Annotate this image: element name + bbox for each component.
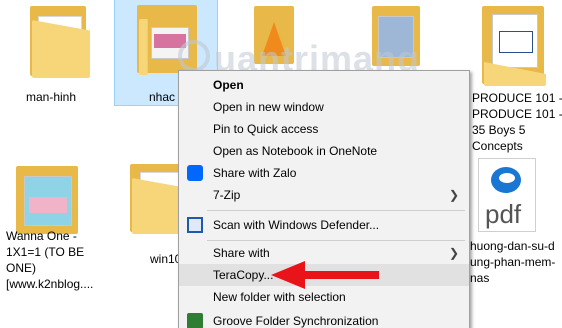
file-label: nhac [149,90,176,104]
menu-item-open-onenote[interactable]: Open as Notebook in OneNote [179,140,469,162]
groove-icon [187,313,203,328]
folder-icon [16,166,80,236]
menu-item-7zip[interactable]: 7-Zip ❯ [179,184,469,206]
menu-separator [207,240,465,241]
file-label: huong-dan-su-d ung-phan-mem- nas [470,239,556,285]
folder-icon [482,6,546,86]
pdf-file-icon: pdf [478,158,536,232]
zalo-icon [187,165,203,181]
windows-defender-icon [187,217,203,233]
menu-item-share-zalo[interactable]: Share with Zalo [179,162,469,184]
chevron-right-icon: ❯ [448,188,459,202]
file-explorer-view: man-hinh nhac PRODUCE 101 PRODUCE 101 35… [0,0,562,328]
file-label: win10 [150,252,182,266]
menu-item-open-new-window[interactable]: Open in new window [179,96,469,118]
file-item-pdf[interactable]: pdf huong-dan-su-d ung-phan-mem- nas [470,156,562,328]
annotation-arrow [271,261,379,289]
watermark-logo [178,40,210,72]
menu-item-groove-sync[interactable]: Groove Folder Synchronization [179,310,469,328]
menu-item-open[interactable]: Open [179,74,469,96]
file-item-produce-101[interactable]: PRODUCE 101 - PRODUCE 101 - 35 Boys 5 Co… [470,0,562,153]
file-label: PRODUCE 101 - PRODUCE 101 - 35 Boys 5 Co… [472,91,562,153]
menu-separator [207,210,465,211]
folder-icon [30,6,90,78]
file-label: man-hinh [26,90,77,104]
chevron-right-icon: ❯ [448,246,459,260]
menu-item-scan-defender[interactable]: Scan with Windows Defender... [179,214,469,236]
file-item-wanna-one[interactable]: Wanna One - 1X1=1 (TO BE ONE) [www.k2nbl… [0,162,104,328]
context-menu: Open Open in new window Pin to Quick acc… [178,70,470,328]
file-item-man-hinh[interactable]: man-hinh [0,0,104,118]
menu-item-pin-quick-access[interactable]: Pin to Quick access [179,118,469,140]
file-label: Wanna One - 1X1=1 (TO BE ONE) [www.k2nbl… [6,229,94,291]
pdf-text: pdf [485,199,522,229]
